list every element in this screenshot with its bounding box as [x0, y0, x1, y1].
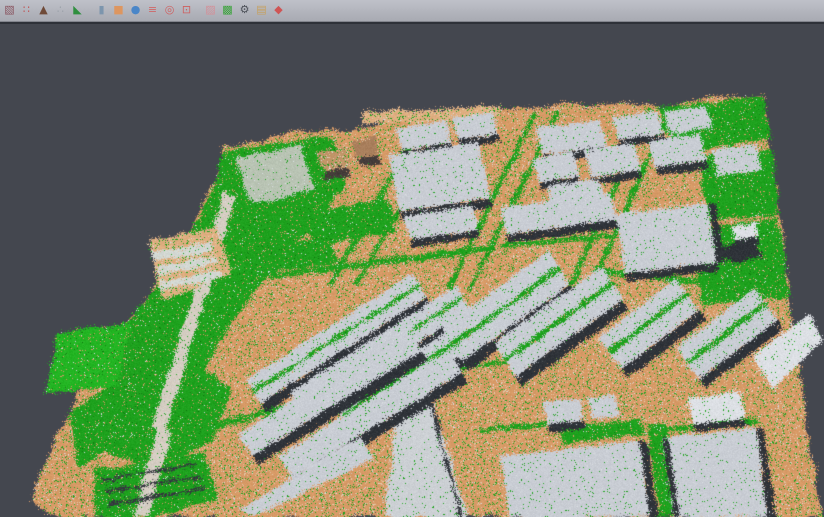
height-field-icon[interactable]: ▮	[95, 4, 108, 17]
sparse-cloud-icon[interactable]: ∴	[54, 4, 67, 17]
target-marker-icon[interactable]: ◎	[163, 4, 176, 17]
viewport-3d[interactable]	[0, 22, 824, 517]
bounding-box-icon[interactable]: ⊡	[180, 4, 193, 17]
toolbar: ▧ ∷ ▲ ∴ ◣ ▮ ■ ● ≡ ◎ ⊡ ▨ ▩ ⚙ ▤ ◆	[0, 0, 824, 22]
point-classes-icon[interactable]: ∷	[20, 4, 33, 17]
terrain-model-icon[interactable]: ▲	[37, 4, 50, 17]
mask-region-icon[interactable]: ▨	[204, 4, 217, 17]
orthophoto-icon[interactable]: ■	[112, 4, 125, 17]
report-icon[interactable]: ▤	[255, 4, 268, 17]
flag-marker-icon[interactable]: ◆	[272, 4, 285, 17]
settings-gear-icon[interactable]: ⚙	[238, 4, 251, 17]
dense-cloud-icon[interactable]: ◣	[71, 4, 84, 17]
clip-region-icon[interactable]: ▧	[3, 4, 16, 17]
contour-lines-icon[interactable]: ≡	[146, 4, 159, 17]
classification-map-icon[interactable]: ▩	[221, 4, 234, 17]
point-cloud-scene	[0, 24, 824, 517]
globe-icon[interactable]: ●	[129, 4, 142, 17]
